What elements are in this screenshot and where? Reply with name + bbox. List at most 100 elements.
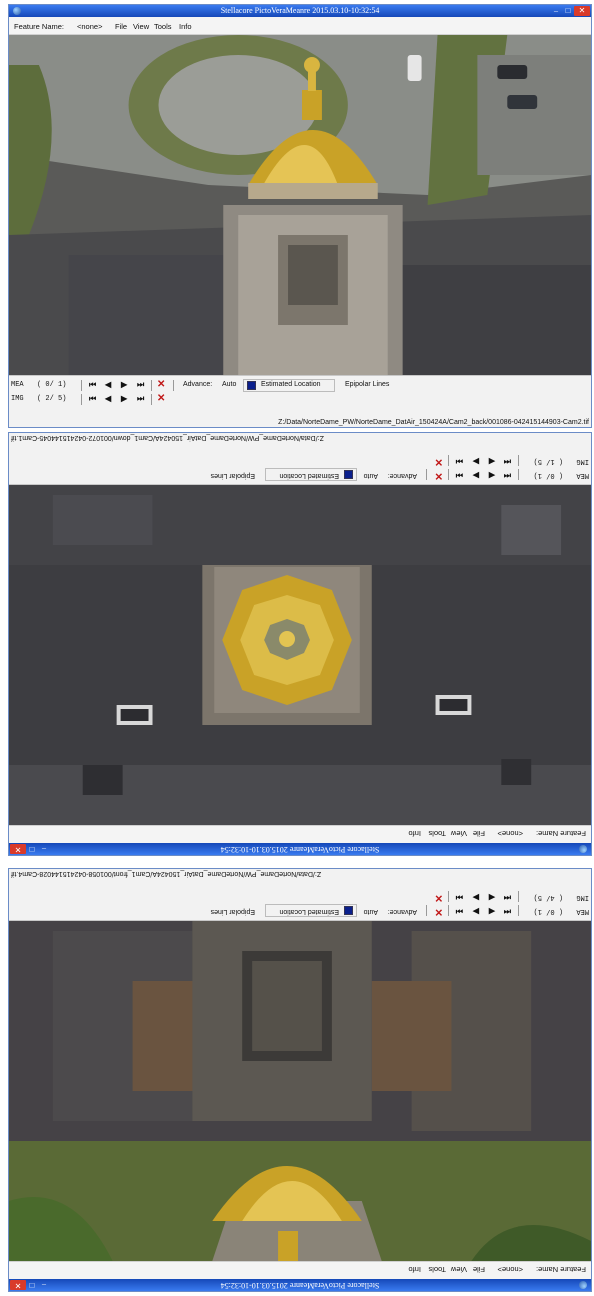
close-icon[interactable]: ✕ <box>10 844 26 854</box>
mea-label: MEA <box>576 907 589 915</box>
estimated-location-label[interactable]: Estimated Location <box>279 908 339 915</box>
close-icon[interactable]: ✕ <box>10 1280 26 1290</box>
next-icon[interactable]: ▶ <box>121 394 127 403</box>
epipolar-lines-label[interactable]: Epipolar Lines <box>211 472 255 479</box>
clear-icon[interactable]: ✕ <box>435 456 443 467</box>
prev-icon[interactable]: ◀ <box>489 471 495 480</box>
advance-value[interactable]: Auto <box>364 908 378 915</box>
mea-frame-counter: ( 0/ 1) <box>37 381 67 389</box>
img-label: IMG <box>576 893 589 901</box>
mea-row: MEA ( 0/ 1) ⏮ ◀ ▶ ⏭ ✕ Advance: Auto Esti… <box>9 379 591 393</box>
prev-icon[interactable]: ◀ <box>105 394 111 403</box>
feature-name-value[interactable]: <none> <box>498 1265 523 1274</box>
control-panel: MEA ( 0/ 1) ⏮ ◀ ▶ ⏭ ✕ Advance: Auto Esti… <box>9 432 591 485</box>
feature-name-label: Feature Name: <box>14 22 65 31</box>
estimated-location-checkbox[interactable] <box>247 381 256 390</box>
prev-icon[interactable]: ◀ <box>489 457 495 466</box>
last-icon[interactable]: ⏭ <box>456 456 463 466</box>
last-icon[interactable]: ⏭ <box>456 470 463 480</box>
menu-tools[interactable]: Tools <box>154 22 172 31</box>
aerial-image-view[interactable] <box>9 485 591 825</box>
estimated-location-label[interactable]: Estimated Location <box>261 381 321 388</box>
img-label: IMG <box>11 395 24 403</box>
divider <box>518 469 519 480</box>
advance-label: Advance: <box>387 908 417 915</box>
prev-icon[interactable]: ◀ <box>489 893 495 902</box>
menu-file[interactable]: File <box>473 829 485 838</box>
divider <box>81 394 82 405</box>
maximize-icon[interactable]: □ <box>563 6 573 16</box>
first-icon[interactable]: ⏮ <box>504 456 511 466</box>
estimated-location-label[interactable]: Estimated Location <box>279 472 339 479</box>
menu-bar: Feature Name: <none> File View Tools Inf… <box>9 17 591 35</box>
minimize-icon[interactable]: – <box>551 6 561 16</box>
feature-name-value[interactable]: <none> <box>77 22 102 31</box>
advance-value[interactable]: Auto <box>222 381 236 388</box>
next-icon[interactable]: ▶ <box>473 893 479 902</box>
advance-label: Advance: <box>387 472 417 479</box>
maximize-icon[interactable]: □ <box>27 844 37 854</box>
first-icon[interactable]: ⏮ <box>504 892 511 902</box>
menu-info[interactable]: Info <box>179 22 192 31</box>
mea-row: MEA ( 0/ 1) ⏮ ◀ ▶ ⏭ ✕ Advance: Auto Esti… <box>9 467 591 481</box>
estimated-location-checkbox[interactable] <box>344 906 353 915</box>
window-title: Stellacore PictoVeraMeanre 2015.03.10-10… <box>220 845 380 854</box>
clear-icon[interactable]: ✕ <box>435 470 443 481</box>
menu-view[interactable]: View <box>133 22 149 31</box>
first-icon[interactable]: ⏮ <box>504 906 511 916</box>
image-path: Z:/Data/NorteDame_PW/NorteDame_DatAir_15… <box>278 419 589 426</box>
divider <box>448 469 449 480</box>
clear-icon[interactable]: ✕ <box>157 379 165 390</box>
first-icon[interactable]: ⏮ <box>504 470 511 480</box>
divider <box>518 905 519 916</box>
divider <box>448 905 449 916</box>
last-icon[interactable]: ⏭ <box>456 892 463 902</box>
advance-value[interactable]: Auto <box>364 472 378 479</box>
menu-view[interactable]: View <box>451 829 467 838</box>
first-icon[interactable]: ⏮ <box>89 380 96 390</box>
advance-label: Advance: <box>183 381 213 388</box>
menu-view[interactable]: View <box>451 1265 467 1274</box>
epipolar-lines-label[interactable]: Epipolar Lines <box>345 381 389 388</box>
divider <box>426 469 427 480</box>
aerial-image-view[interactable] <box>9 921 591 1261</box>
divider <box>173 380 174 391</box>
estimated-location-checkbox[interactable] <box>344 470 353 479</box>
minimize-icon[interactable]: – <box>39 844 49 854</box>
first-icon[interactable]: ⏮ <box>89 394 96 404</box>
next-icon[interactable]: ▶ <box>121 380 127 389</box>
last-icon[interactable]: ⏭ <box>137 380 144 390</box>
menu-file[interactable]: File <box>115 22 127 31</box>
viewer-window-2: Stellacore PictoVeraMeanre 2015.03.10-10… <box>8 432 592 856</box>
next-icon[interactable]: ▶ <box>473 907 479 916</box>
feature-name-value[interactable]: <none> <box>498 829 523 838</box>
aerial-image-view[interactable] <box>9 35 591 375</box>
prev-icon[interactable]: ◀ <box>105 380 111 389</box>
title-bar: Stellacore PictoVeraMeanre 2015.03.10-10… <box>9 843 591 855</box>
feature-name-label: Feature Name: <box>535 829 586 838</box>
close-icon[interactable]: ✕ <box>574 6 590 16</box>
menu-info[interactable]: Info <box>408 829 421 838</box>
maximize-icon[interactable]: □ <box>27 1280 37 1290</box>
control-panel: MEA ( 0/ 1) ⏮ ◀ ▶ ⏭ ✕ Advance: Auto Esti… <box>9 868 591 921</box>
clear-icon[interactable]: ✕ <box>435 892 443 903</box>
divider <box>81 380 82 391</box>
minimize-icon[interactable]: – <box>39 1280 49 1290</box>
menu-file[interactable]: File <box>473 1265 485 1274</box>
menu-tools[interactable]: Tools <box>428 829 446 838</box>
menu-tools[interactable]: Tools <box>428 1265 446 1274</box>
next-icon[interactable]: ▶ <box>473 457 479 466</box>
divider <box>448 891 449 902</box>
epipolar-lines-label[interactable]: Epipolar Lines <box>211 908 255 915</box>
next-icon[interactable]: ▶ <box>473 471 479 480</box>
last-icon[interactable]: ⏭ <box>456 906 463 916</box>
last-icon[interactable]: ⏭ <box>137 394 144 404</box>
clear-icon[interactable]: ✕ <box>157 393 165 404</box>
viewer-window-3: Stellacore PictoVeraMeanre 2015.03.10-10… <box>8 868 592 1292</box>
menu-info[interactable]: Info <box>408 1265 421 1274</box>
clear-icon[interactable]: ✕ <box>435 906 443 917</box>
prev-icon[interactable]: ◀ <box>489 907 495 916</box>
divider <box>151 394 152 405</box>
title-bar: Stellacore PictoVeraMeanre 2015.03.10-10… <box>9 1279 591 1291</box>
aerial-photo <box>9 485 591 825</box>
